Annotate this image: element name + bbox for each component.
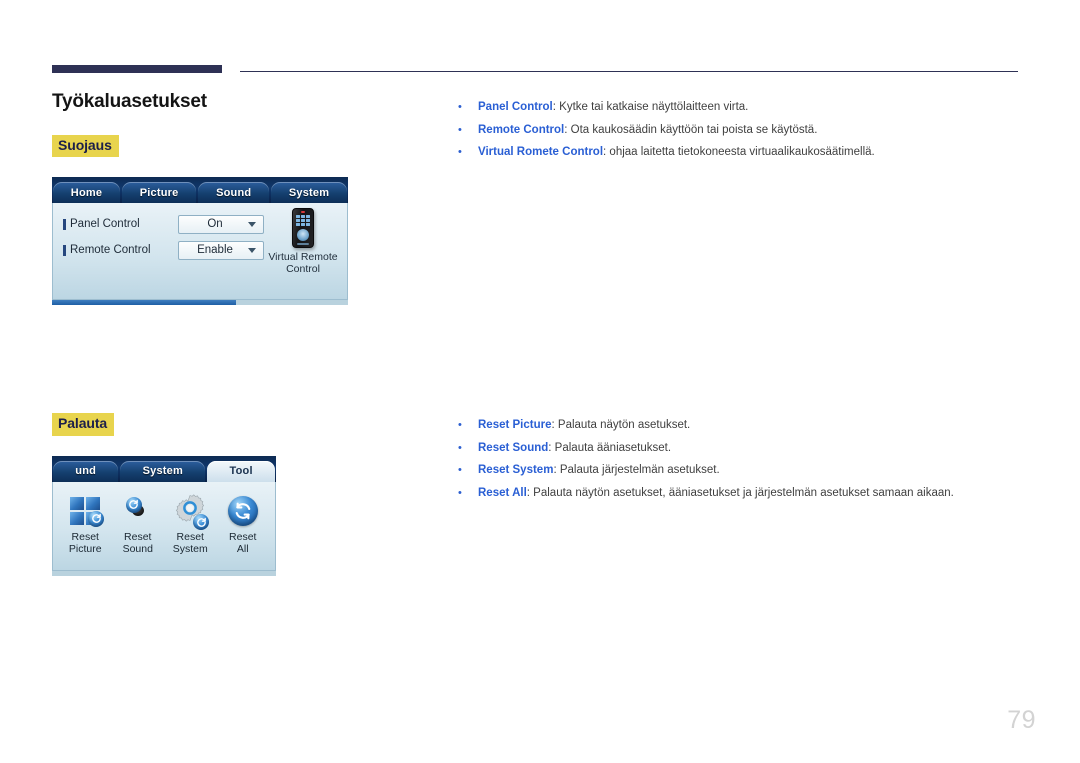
section-reset: Palauta und System Tool Reset Picture Re… [52, 413, 432, 576]
reset-picture-icon-wrap [61, 492, 109, 530]
reset-osd-screenshot: und System Tool Reset Picture Reset Soun… [52, 455, 276, 576]
bullet-list-reset: • Reset Picture: Palauta näytön asetukse… [458, 418, 1038, 508]
osd-tab-system[interactable]: System [120, 460, 206, 482]
reset-system-icon-wrap [166, 492, 214, 531]
bullet-dot-icon: • [458, 123, 462, 136]
page-title: Työkaluasetukset [52, 91, 207, 112]
bullet-dot-icon: • [458, 441, 462, 454]
bullet-term: Panel Control [478, 101, 553, 113]
page-number: 79 [1007, 706, 1036, 734]
list-item: • Reset Picture: Palauta näytön asetukse… [458, 418, 1038, 434]
dpad-icon [297, 229, 309, 242]
osd-progress-fill [52, 300, 236, 306]
bullet-term: Reset Picture [478, 419, 552, 431]
reset-all-caption: Reset All [219, 531, 267, 556]
list-item: • Reset All: Palauta näytön asetukset, ä… [458, 486, 1038, 502]
osd-tabbar-reset: und System Tool [52, 455, 276, 482]
reset-picture-line1: Reset [71, 530, 99, 543]
keypad-icon [296, 215, 310, 227]
header-accent-bar [52, 65, 222, 73]
refresh-badge-icon [88, 510, 105, 527]
osd-body-reset: Reset Picture Reset Sound Reset System R… [52, 481, 276, 571]
osd-label-panel-control: Panel Control [70, 218, 140, 231]
chevron-down-icon [248, 248, 256, 254]
reset-all-icon-wrap [219, 492, 267, 530]
reset-system-line1: Reset [176, 530, 204, 543]
bullet-marker-icon [63, 244, 66, 256]
osd-tab-system[interactable]: System [271, 182, 348, 204]
bullet-text: : ohjaa laitetta tietokoneesta virtuaali… [603, 146, 875, 159]
vrc-caption-line1: Virtual Remote [268, 251, 338, 264]
osd-tab-sound[interactable]: Sound [198, 182, 270, 204]
security-osd-screenshot: Home Picture Sound System Panel Control … [52, 177, 348, 306]
bullet-text: : Ota kaukosäädin käyttöön tai poista se… [564, 123, 818, 136]
chevron-down-icon [248, 222, 256, 228]
section-security: Suojaus Home Picture Sound System Panel … [52, 134, 432, 306]
osd-label-remote-control: Remote Control [70, 244, 151, 257]
bullet-list-security: • Panel Control: Kytke tai katkaise näyt… [458, 100, 1038, 168]
header-divider-line [240, 71, 1018, 72]
reset-all-icon [227, 495, 258, 526]
reset-picture-caption: Reset Picture [61, 531, 109, 556]
reset-picture-line2: Picture [68, 543, 102, 556]
remote-bottom-key-icon [297, 243, 309, 246]
list-item: • Panel Control: Kytke tai katkaise näyt… [458, 100, 1038, 116]
reset-system-caption: Reset System [166, 531, 214, 556]
refresh-badge-icon [193, 514, 210, 531]
bullet-dot-icon: • [458, 486, 462, 499]
reset-sound-line1: Reset [124, 530, 152, 543]
bullet-text: : Kytke tai katkaise näyttölaitteen virt… [552, 101, 749, 113]
virtual-remote-control-caption: Virtual Remote Control [263, 251, 343, 275]
osd-body-security: Panel Control On Remote Control Enable V… [52, 203, 348, 301]
bullet-text: : Palauta näytön asetukset, ääniasetukse… [526, 486, 954, 499]
page-header-rules [0, 0, 1080, 90]
bullet-text: : Palauta järjestelmän asetukset. [553, 464, 720, 477]
osd-tabbar-security: Home Picture Sound System [52, 177, 348, 204]
reset-system-line2: System [172, 543, 208, 556]
bullet-dot-icon: • [458, 101, 462, 113]
osd-select-remote-control[interactable]: Enable [178, 240, 264, 260]
remote-control-icon [292, 208, 314, 249]
reset-picture-item[interactable]: Reset Picture [61, 492, 109, 556]
bullet-dot-icon: • [458, 419, 462, 431]
vrc-caption-line2: Control [286, 263, 320, 276]
osd-tab-picture[interactable]: Picture [121, 182, 197, 204]
list-item: • Reset Sound: Palauta ääniasetukset. [458, 441, 1038, 457]
refresh-badge-icon [125, 496, 142, 513]
reset-all-item[interactable]: Reset All [219, 492, 267, 556]
osd-tab-home[interactable]: Home [53, 182, 120, 204]
bullet-term: Reset All [478, 486, 527, 499]
bullet-term: Remote Control [478, 123, 565, 136]
bullet-dot-icon: • [458, 464, 462, 477]
reset-sound-item[interactable]: Reset Sound [114, 492, 162, 556]
section-heading-security: Suojaus [52, 134, 119, 158]
osd-tab-tool[interactable]: Tool [207, 460, 275, 482]
bullet-term: Reset System [478, 464, 554, 477]
reset-sound-caption: Reset Sound [114, 531, 162, 556]
bullet-term: Virtual Romete Control [478, 146, 604, 159]
osd-progress-bar-reset[interactable] [52, 570, 276, 576]
reset-all-line1: Reset [229, 530, 257, 543]
bullet-dot-icon: • [458, 146, 462, 159]
reset-system-item[interactable]: Reset System [166, 492, 214, 556]
reset-sound-icon-wrap [114, 492, 162, 530]
bullet-text: : Palauta ääniasetukset. [548, 441, 672, 454]
reset-sound-line2: Sound [122, 543, 153, 556]
power-key-icon [301, 211, 305, 214]
bullet-term: Reset Sound [478, 441, 549, 454]
osd-progress-bar-security[interactable] [52, 300, 348, 306]
osd-tab-sound-partial[interactable]: und [53, 460, 119, 482]
bullet-text: : Palauta näytön asetukset. [551, 419, 691, 431]
osd-select-panel-control[interactable]: On [178, 214, 264, 234]
reset-all-line2: All [236, 543, 249, 556]
section-heading-reset: Palauta [52, 413, 115, 436]
list-item: • Remote Control: Ota kaukosäädin käyttö… [458, 123, 1038, 139]
reset-items-grid: Reset Picture Reset Sound Reset System R… [53, 482, 275, 556]
bullet-marker-icon [63, 218, 66, 230]
list-item: • Virtual Romete Control: ohjaa laitetta… [458, 145, 1038, 161]
virtual-remote-control-item[interactable]: Virtual Remote Control [263, 208, 343, 275]
left-content-column: Työkaluasetukset Suojaus Home Picture So… [52, 91, 432, 576]
list-item: • Reset System: Palauta järjestelmän ase… [458, 463, 1038, 479]
